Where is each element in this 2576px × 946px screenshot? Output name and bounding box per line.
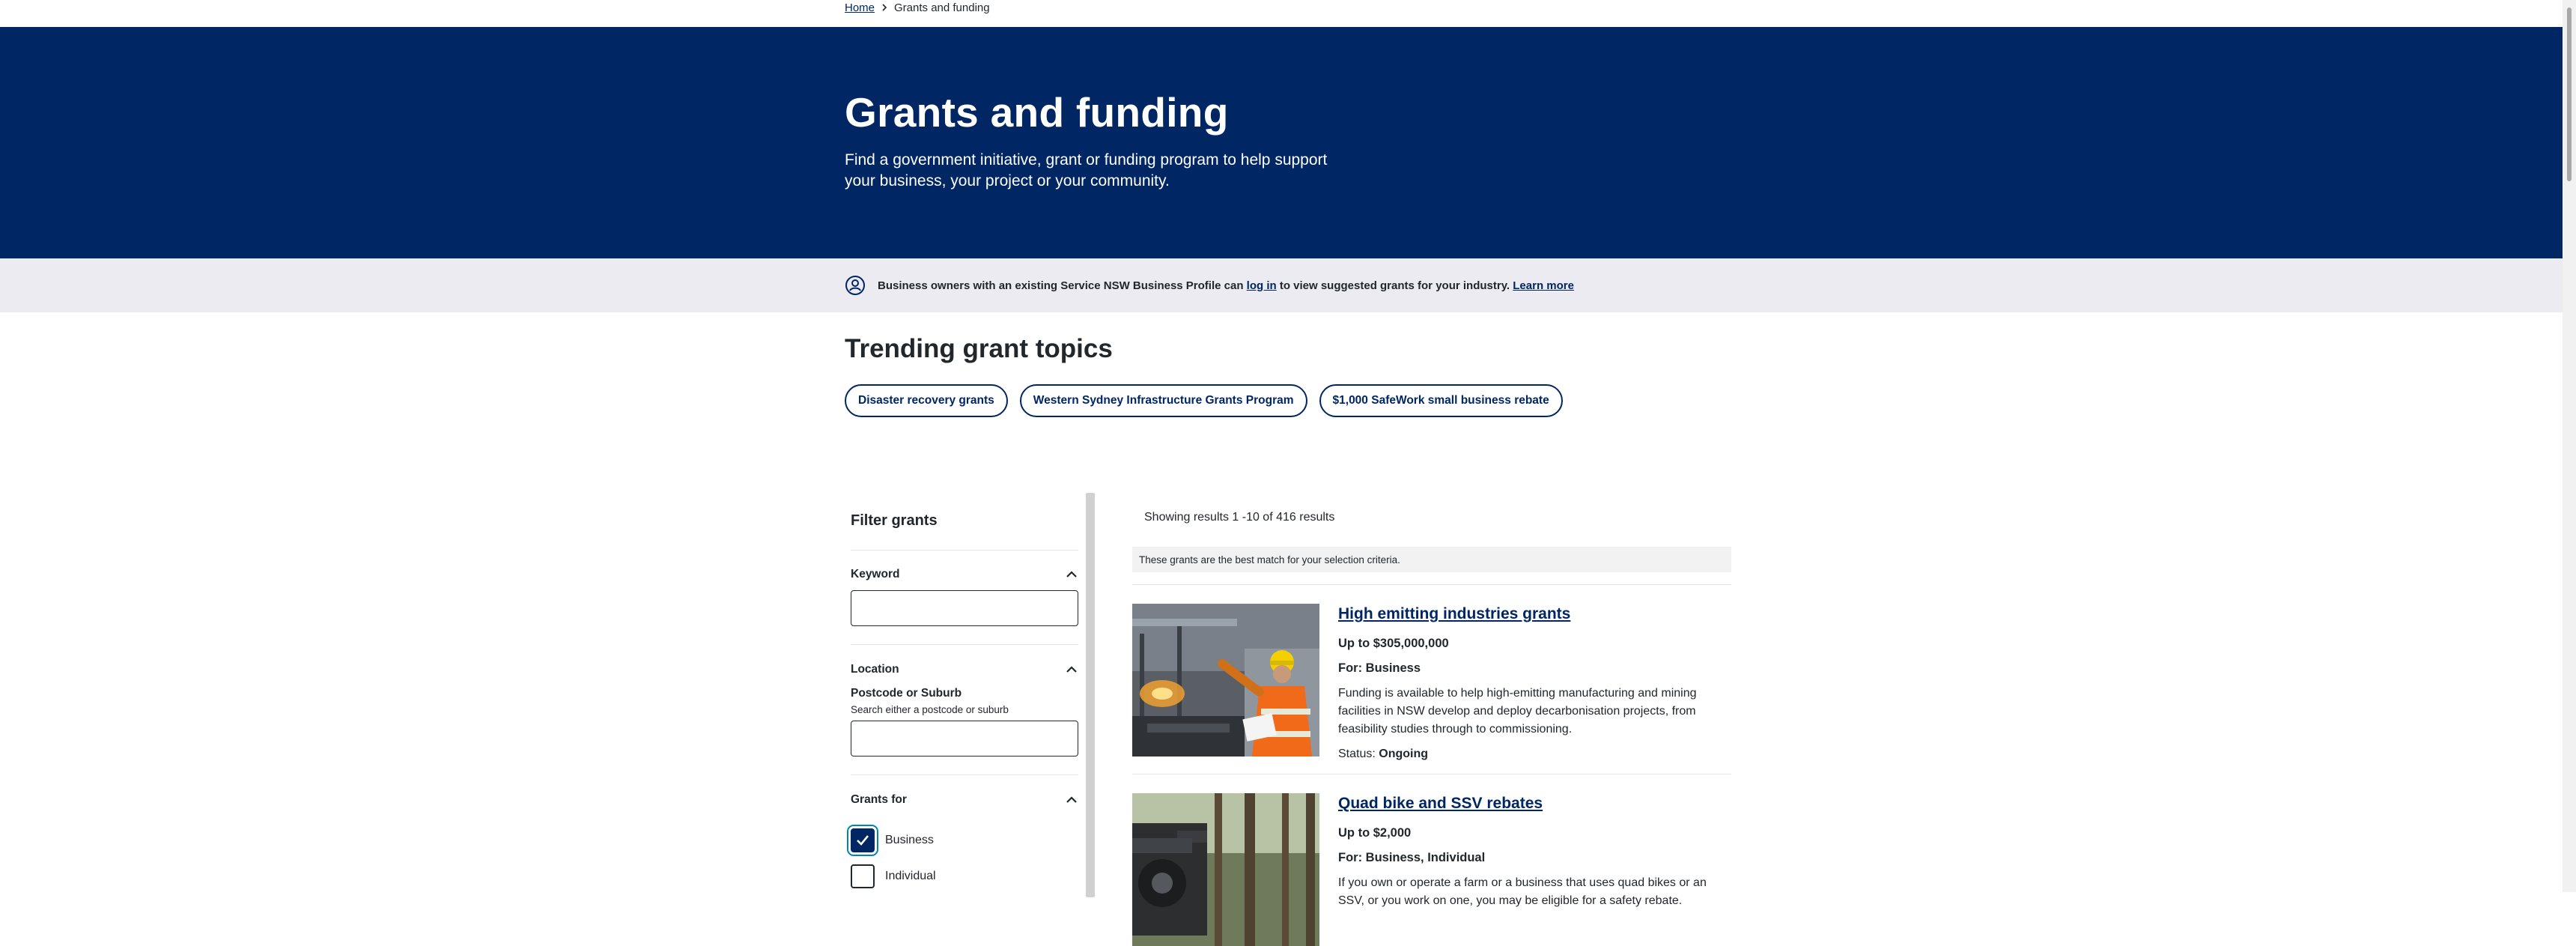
result-description: If you own or operate a farm or a busine… <box>1338 876 1707 907</box>
result-card: High emitting industries grants Up to $3… <box>1338 605 1731 761</box>
divider <box>851 774 1078 775</box>
filter-panel: Filter grants Keyword Location Postcode … <box>845 493 1084 897</box>
status-value: Ongoing <box>1379 748 1429 760</box>
page-subtitle: Find a government initiative, grant or f… <box>845 151 1328 189</box>
location-label: Location <box>851 663 899 676</box>
trending-topics: Disaster recovery grants Western Sydney … <box>845 384 1563 417</box>
grants-for-business-option[interactable]: Business <box>851 828 934 852</box>
breadcrumb-home-link[interactable]: Home <box>845 1 875 14</box>
postcode-label: Postcode or Suburb <box>851 687 962 700</box>
top-bar: Home Grants and funding <box>0 0 2563 27</box>
chevron-up-icon <box>1066 796 1077 803</box>
quad-bike-photo <box>1132 793 1319 946</box>
result-image-steelworker[interactable] <box>1132 604 1319 757</box>
result-eligibility: For: Business <box>1338 661 1421 675</box>
filter-title: Filter grants <box>851 512 938 529</box>
postcode-hint: Search either a postcode or suburb <box>851 704 1009 715</box>
learn-more-link[interactable]: Learn more <box>1513 279 1574 292</box>
result-description: Funding is available to help high-emitti… <box>1338 687 1697 736</box>
login-link[interactable]: log in <box>1247 279 1277 292</box>
result-title-link[interactable]: High emitting industries grants <box>1338 605 1731 623</box>
topic-pill-disaster-recovery[interactable]: Disaster recovery grants <box>845 384 1008 417</box>
chevron-up-icon <box>1066 666 1077 673</box>
checkmark-icon <box>857 835 869 846</box>
result-image-quad-bike[interactable] <box>1132 793 1319 946</box>
status-label: Status: <box>1338 748 1376 760</box>
hero-banner: Grants and funding Find a government ini… <box>0 27 2563 258</box>
steelworker-photo <box>1132 604 1319 757</box>
best-match-banner: These grants are the best match for your… <box>1132 547 1731 572</box>
breadcrumb-current: Grants and funding <box>894 1 990 14</box>
keyword-section-toggle[interactable]: Keyword <box>851 568 1078 581</box>
grants-for-section-toggle[interactable]: Grants for <box>851 793 1078 807</box>
grants-for-individual-option[interactable]: Individual <box>851 864 936 888</box>
login-notice: Business owners with an existing Service… <box>0 258 2563 312</box>
keyword-input[interactable] <box>851 590 1078 626</box>
result-card: Quad bike and SSV rebates Up to $2,000 F… <box>1338 795 1731 919</box>
individual-checkbox[interactable] <box>851 864 875 888</box>
result-title-link[interactable]: Quad bike and SSV rebates <box>1338 795 1731 813</box>
divider <box>851 644 1078 645</box>
individual-option-label: Individual <box>885 870 936 882</box>
page-title: Grants and funding <box>845 89 1229 136</box>
business-checkbox[interactable] <box>851 828 875 852</box>
chevron-right-icon <box>882 4 887 11</box>
chevron-up-icon <box>1066 571 1077 577</box>
breadcrumb: Home Grants and funding <box>845 0 990 15</box>
user-circle-icon <box>845 276 865 295</box>
keyword-label: Keyword <box>851 568 900 580</box>
trending-title: Trending grant topics <box>845 334 1113 363</box>
filter-scrollbar[interactable] <box>1086 493 1095 897</box>
grants-for-label: Grants for <box>851 793 907 806</box>
divider <box>1132 584 1731 585</box>
result-amount: Up to $305,000,000 <box>1338 637 1449 650</box>
results-count: Showing results 1 -10 of 416 results <box>1144 511 1335 524</box>
page-scrollbar-thumb[interactable] <box>2567 7 2572 181</box>
notice-text-before: Business owners with an existing Service… <box>878 279 1247 292</box>
result-eligibility: For: Business, Individual <box>1338 851 1486 864</box>
location-section-toggle[interactable]: Location <box>851 663 1078 676</box>
result-amount: Up to $2,000 <box>1338 826 1412 840</box>
divider <box>851 550 1078 551</box>
topic-pill-western-sydney[interactable]: Western Sydney Infrastructure Grants Pro… <box>1019 384 1307 417</box>
business-option-label: Business <box>885 834 934 846</box>
notice-text: Business owners with an existing Service… <box>878 279 1574 292</box>
result-status: Status: Ongoing <box>1338 748 1731 761</box>
notice-text-after: to view suggested grants for your indust… <box>1276 279 1513 292</box>
topic-pill-safework-rebate[interactable]: $1,000 SafeWork small business rebate <box>1319 384 1563 417</box>
postcode-input[interactable] <box>851 721 1078 757</box>
